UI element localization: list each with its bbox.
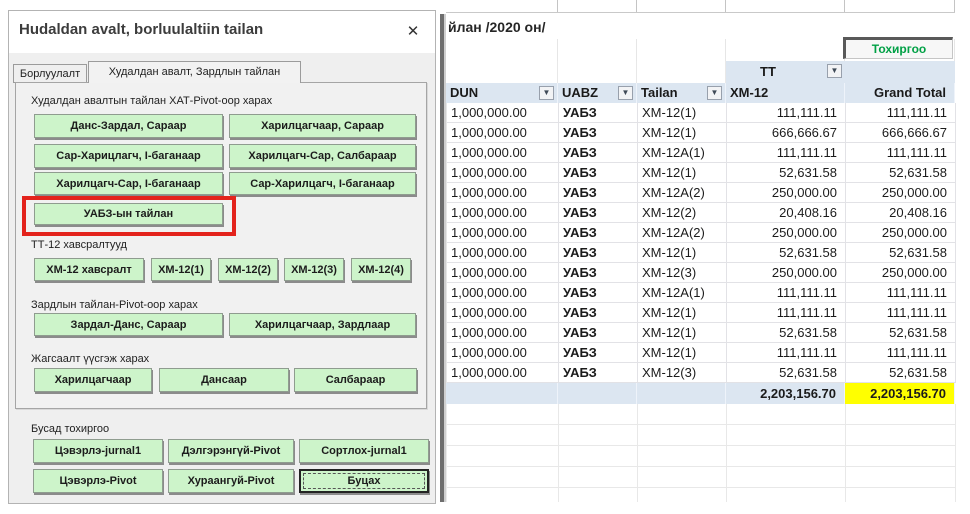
button-xm12-4[interactable]: ХМ-12(4) (351, 258, 411, 281)
table-row: 1,000,000.00 УАБЗ ХМ-12А(2) 250,000.00 2… (446, 223, 955, 243)
table-body: 1,000,000.00 УАБЗ ХМ-12(1) 111,111.11 11… (446, 103, 955, 383)
column-header-xm12: XM-12 (726, 85, 768, 100)
table-row: 1,000,000.00 УАБЗ ХМ-12(1) 52,631.58 52,… (446, 163, 955, 183)
empty-row (446, 404, 955, 425)
config-shape-button[interactable]: Тохиргоо (843, 37, 953, 59)
button-xm12-1[interactable]: ХМ-12(1) (151, 258, 211, 281)
button-sar-harilcagch-i-baganaar[interactable]: Сар-Харицлагч, I-баганаар (34, 144, 223, 168)
empty-row (446, 467, 955, 488)
table-row: 1,000,000.00 УАБЗ ХМ-12(1) 111,111.11 11… (446, 103, 955, 123)
button-tseverle-jurnal1[interactable]: Цэвэрлэ-jurnal1 (33, 439, 163, 463)
table-row: 1,000,000.00 УАБЗ ХМ-12(1) 111,111.11 11… (446, 303, 955, 323)
filter-dropdown-icon[interactable]: ▼ (539, 86, 554, 100)
filter-dropdown-icon[interactable]: ▼ (707, 86, 722, 100)
button-xm12-havsralt[interactable]: ХМ-12 хавсралт (34, 258, 144, 281)
button-xm12-3[interactable]: ХМ-12(3) (284, 258, 344, 281)
table-row: 1,000,000.00 УАБЗ ХМ-12(1) 52,631.58 52,… (446, 323, 955, 343)
close-icon[interactable]: ✕ (403, 22, 423, 42)
table-row: 1,000,000.00 УАБЗ ХМ-12(3) 52,631.58 52,… (446, 363, 955, 383)
empty-row (446, 488, 955, 502)
dialog-title: Hudaldan avalt, borluulaltiin tailan (19, 21, 263, 38)
button-xm12-2[interactable]: ХМ-12(2) (218, 258, 278, 281)
column-header-tailan: Tailan (637, 85, 678, 100)
table-row: 1,000,000.00 УАБЗ ХМ-12(2) 20,408.16 20,… (446, 203, 955, 223)
sheet-title-partial: йлан /2020 он/ (448, 15, 545, 39)
grand-total-row: 2,203,156.70 2,203,156.70 (446, 383, 955, 404)
section-label-jagsaalt: Жагсаалт үүсгэж харах (31, 353, 149, 365)
button-salbaraar-list[interactable]: Салбараар (294, 368, 417, 392)
column-header-dun: DUN (446, 85, 478, 100)
empty-row (446, 446, 955, 467)
button-huraangui-pivot[interactable]: Хураангуй-Pivot (168, 469, 294, 493)
button-sar-harilcagch-i-baganaar-2[interactable]: Сар-Харилцагч, I-баганаар (229, 172, 416, 195)
table-row: 1,000,000.00 УАБЗ ХМ-12А(2) 250,000.00 2… (446, 183, 955, 203)
tab-hudaldan-avalt-zardlyn-tailan[interactable]: Худалдан авалт, Зардлын тайлан (88, 61, 301, 83)
button-dansaar-list[interactable]: Дансаар (159, 368, 289, 392)
button-delgerengui-pivot[interactable]: Дэлгэрэнгүй-Pivot (168, 439, 294, 463)
table-row: 1,000,000.00 УАБЗ ХМ-12А(1) 111,111.11 1… (446, 283, 955, 303)
button-dans-zardal-saraar[interactable]: Данс-Зардал, Сараар (34, 114, 223, 138)
button-zardal-dans-saraar[interactable]: Зардал-Данс, Сараар (34, 313, 223, 336)
button-butsah-back[interactable]: Буцах (299, 469, 429, 493)
button-tseverle-pivot[interactable]: Цэвэрлэ-Pivot (33, 469, 163, 493)
total-tt-value: 2,203,156.70 (726, 383, 845, 404)
table-row: 1,000,000.00 УАБЗ ХМ-12(1) 111,111.11 11… (446, 343, 955, 363)
report-dialog: Hudaldan avalt, borluulaltiin tailan ✕ Б… (8, 10, 436, 504)
button-harilcagchaar-list[interactable]: Харилцагчаар (34, 368, 152, 392)
button-uabz-tailan[interactable]: УАБЗ-ын тайлан (34, 203, 223, 225)
pivot-tt-row: TT ▼ (446, 61, 955, 83)
column-header-grand-total: Grand Total (845, 83, 955, 103)
tt-header-label: TT (760, 64, 776, 79)
section-label-tt12: ТТ-12 хавсралтууд (31, 239, 127, 251)
button-harilcagch-sar-i-baganaar[interactable]: Харилцагч-Сар, I-баганаар (34, 172, 223, 195)
section-label-hat-pivot: Худалдан авалтын тайлан ХАТ-Pivot-оор ха… (31, 95, 272, 107)
button-harilcagchaar-zardlaar[interactable]: Харилцагчаар, Зардлаар (229, 313, 416, 336)
filter-dropdown-icon[interactable]: ▼ (618, 86, 633, 100)
button-harilcagchaar-saraar[interactable]: Харилцагчаар, Сараар (229, 114, 416, 138)
cut-top-row (446, 0, 955, 13)
section-label-busad-tohirgoo: Бусад тохиргоо (31, 423, 109, 435)
button-harilcagch-sar-salbaraar[interactable]: Харилцагч-Сар, Салбараар (229, 144, 416, 168)
table-row: 1,000,000.00 УАБЗ ХМ-12(1) 52,631.58 52,… (446, 243, 955, 263)
table-header-row: DUN ▼ UABZ ▼ Tailan ▼ XM-12 Grand Total (446, 83, 955, 103)
button-sortloh-jurnal1[interactable]: Сортлох-jurnal1 (299, 439, 429, 463)
table-row: 1,000,000.00 УАБЗ ХМ-12А(1) 111,111.11 1… (446, 143, 955, 163)
dialog-titlebar: Hudaldan avalt, borluulaltiin tailan ✕ (9, 11, 435, 53)
tab-borluulalt[interactable]: Борлуулалт (13, 64, 87, 83)
section-label-zardlyn-pivot: Зардлын тайлан-Pivot-оор харах (31, 299, 198, 311)
total-grand-value-highlighted: 2,203,156.70 (845, 383, 955, 404)
filter-dropdown-icon[interactable]: ▼ (827, 64, 842, 78)
spreadsheet-panel: йлан /2020 он/ Тохиргоо TT ▼ DUN ▼ UABZ … (440, 0, 970, 514)
column-header-uabz: UABZ (558, 85, 598, 100)
empty-row (446, 425, 955, 446)
table-row: 1,000,000.00 УАБЗ ХМ-12(1) 666,666.67 66… (446, 123, 955, 143)
table-row: 1,000,000.00 УАБЗ ХМ-12(3) 250,000.00 25… (446, 263, 955, 283)
